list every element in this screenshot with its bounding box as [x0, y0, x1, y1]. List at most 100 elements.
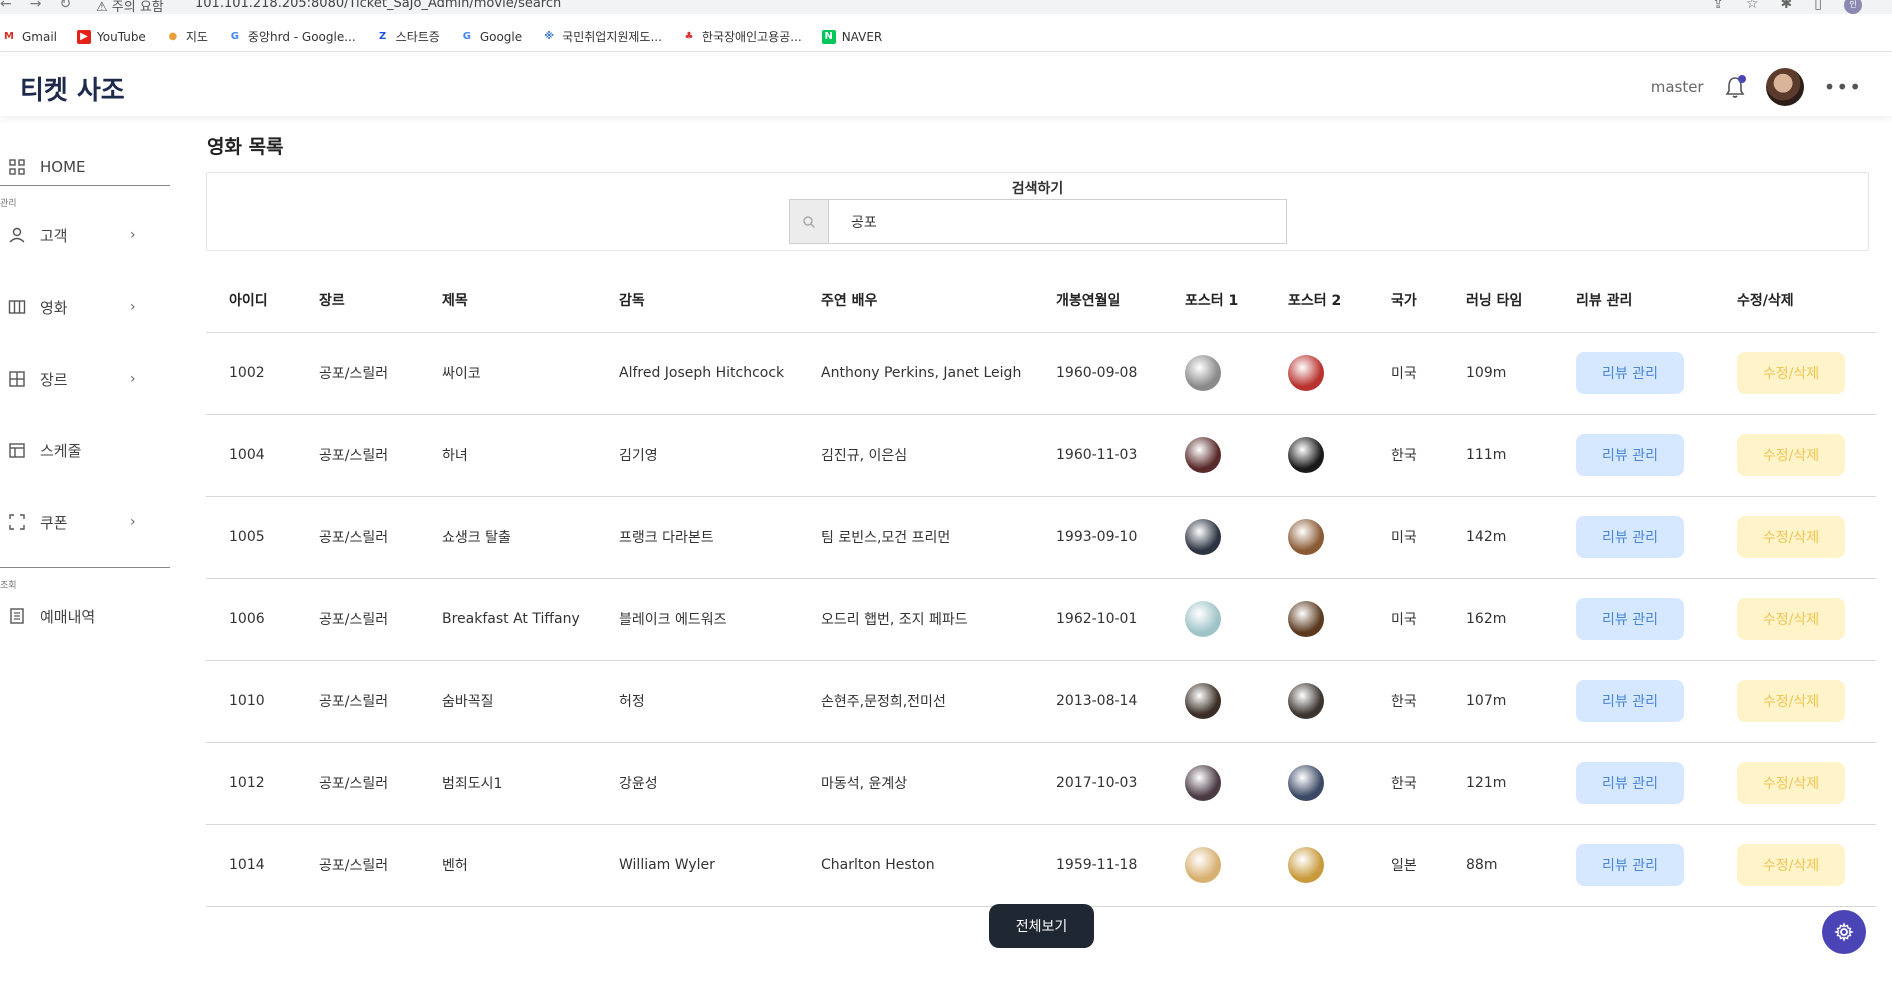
- bookmark-startz[interactable]: Z 스타트증: [376, 28, 440, 45]
- cell-edit: 수정/삭제: [1714, 660, 1876, 743]
- edit-delete-button[interactable]: 수정/삭제: [1737, 352, 1845, 394]
- poster-thumbnail[interactable]: [1288, 765, 1324, 801]
- poster-thumbnail[interactable]: [1288, 355, 1324, 391]
- show-all-button[interactable]: 전체보기: [989, 904, 1094, 948]
- bookmark-youtube[interactable]: ▶ YouTube: [77, 29, 146, 44]
- poster-thumbnail[interactable]: [1185, 437, 1221, 473]
- forward-icon[interactable]: →: [30, 0, 42, 12]
- more-icon[interactable]: •••: [1824, 75, 1862, 99]
- address-bar[interactable]: 101.101.218.205:8080/Ticket_SaJo_Admin/m…: [195, 0, 561, 11]
- cell-title: 쇼생크 탈출: [419, 496, 596, 579]
- star-icon[interactable]: ☆: [1746, 0, 1759, 14]
- security-warning-label: 주의 요함: [111, 0, 164, 15]
- bookmark-google[interactable]: G Google: [460, 30, 522, 44]
- cell-title: Breakfast At Tiffany: [419, 578, 596, 661]
- bookmark-employment[interactable]: ※ 국민취업지원제도...: [542, 28, 662, 45]
- calendar-icon: [9, 443, 25, 458]
- cell-cast: Anthony Perkins, Janet Leigh: [798, 332, 1033, 415]
- sidebar-item-label: 고객: [40, 226, 68, 245]
- edit-delete-button[interactable]: 수정/삭제: [1737, 762, 1845, 804]
- avatar[interactable]: [1765, 68, 1804, 106]
- review-manage-button[interactable]: 리뷰 관리: [1576, 762, 1684, 804]
- cell-poster1: [1162, 824, 1265, 907]
- search-input[interactable]: [829, 200, 1286, 243]
- poster-thumbnail[interactable]: [1185, 601, 1221, 637]
- cell-runtime: 111m: [1443, 414, 1553, 497]
- back-icon[interactable]: ←: [0, 0, 12, 12]
- cell-id: 1006: [206, 578, 296, 661]
- poster-thumbnail[interactable]: [1288, 437, 1324, 473]
- review-manage-button[interactable]: 리뷰 관리: [1576, 598, 1684, 640]
- extensions-icon[interactable]: ✱: [1781, 0, 1793, 14]
- cell-runtime: 162m: [1443, 578, 1553, 661]
- bookmark-label: YouTube: [97, 29, 146, 44]
- cell-id: 1012: [206, 742, 296, 825]
- sidebar-item-home[interactable]: HOME: [8, 152, 148, 182]
- poster-thumbnail[interactable]: [1185, 683, 1221, 719]
- edit-delete-button[interactable]: 수정/삭제: [1737, 516, 1845, 558]
- cell-genre: 공포/스릴러: [296, 742, 419, 825]
- bookmark-maps[interactable]: ● 지도: [166, 28, 208, 45]
- bookmark-gmail[interactable]: M Gmail: [2, 30, 57, 44]
- bell-icon[interactable]: [1724, 75, 1746, 99]
- review-manage-button[interactable]: 리뷰 관리: [1576, 434, 1684, 476]
- reload-icon[interactable]: ↻: [59, 0, 71, 12]
- edit-delete-button[interactable]: 수정/삭제: [1737, 680, 1845, 722]
- column-header-runtime: 러닝 타임: [1443, 268, 1553, 333]
- sidebar-item-genres[interactable]: 장르 ›: [8, 364, 148, 394]
- username: master: [1650, 78, 1704, 96]
- sidebar-divider: [0, 567, 170, 568]
- bookmark-naver[interactable]: N NAVER: [821, 29, 883, 44]
- poster-thumbnail[interactable]: [1185, 355, 1221, 391]
- cell-genre: 공포/스릴러: [296, 332, 419, 415]
- review-manage-button[interactable]: 리뷰 관리: [1576, 516, 1684, 558]
- sidebar-item-movies[interactable]: 영화 ›: [8, 292, 148, 322]
- poster-thumbnail[interactable]: [1185, 847, 1221, 883]
- cell-review: 리뷰 관리: [1553, 578, 1714, 661]
- poster-thumbnail[interactable]: [1288, 519, 1324, 555]
- bookmark-kead[interactable]: ♣ 한국장애인고용공...: [682, 28, 801, 45]
- cell-poster1: [1162, 742, 1265, 825]
- edit-delete-button[interactable]: 수정/삭제: [1737, 434, 1845, 476]
- notification-dot: [1737, 75, 1746, 83]
- bookmark-hrd[interactable]: G 중앙hrd - Google...: [228, 28, 356, 45]
- cell-director: Alfred Joseph Hitchcock: [596, 332, 798, 415]
- poster-thumbnail[interactable]: [1288, 847, 1324, 883]
- sidebar-item-reservations[interactable]: 예매내역: [8, 601, 148, 631]
- sidebar-divider: [0, 185, 170, 186]
- poster-thumbnail[interactable]: [1185, 519, 1221, 555]
- cell-genre: 공포/스릴러: [296, 414, 419, 497]
- chevron-right-icon: ›: [130, 371, 136, 387]
- poster-thumbnail[interactable]: [1185, 765, 1221, 801]
- sidepanel-icon[interactable]: ▯: [1814, 0, 1822, 14]
- z-icon: Z: [379, 30, 387, 42]
- cell-release: 2017-10-03: [1033, 742, 1162, 825]
- brand-logo[interactable]: 티켓 사조: [20, 70, 125, 107]
- search-icon[interactable]: [790, 200, 829, 243]
- profile-icon[interactable]: 인: [1844, 0, 1862, 14]
- bookmark-label: NAVER: [841, 29, 883, 44]
- sidebar-item-customers[interactable]: 고객 ›: [8, 220, 148, 250]
- review-manage-button[interactable]: 리뷰 관리: [1576, 352, 1684, 394]
- cell-country: 미국: [1368, 578, 1443, 661]
- sidebar-item-coupons[interactable]: 쿠폰 ›: [8, 507, 148, 537]
- kead-icon: ♣: [684, 30, 694, 42]
- bookmark-label: 지도: [185, 30, 208, 44]
- sidebar-item-schedule[interactable]: 스케줄: [8, 435, 148, 465]
- share-icon[interactable]: ⇪: [1712, 0, 1724, 14]
- cell-title: 범죄도시1: [419, 742, 596, 825]
- edit-delete-button[interactable]: 수정/삭제: [1737, 844, 1845, 886]
- poster-thumbnail[interactable]: [1288, 601, 1324, 637]
- review-manage-button[interactable]: 리뷰 관리: [1576, 680, 1684, 722]
- edit-delete-button[interactable]: 수정/삭제: [1737, 598, 1845, 640]
- settings-button[interactable]: [1822, 910, 1866, 954]
- review-manage-button[interactable]: 리뷰 관리: [1576, 844, 1684, 886]
- cell-genre: 공포/스릴러: [296, 496, 419, 579]
- cell-runtime: 88m: [1443, 824, 1553, 907]
- cell-cast: Charlton Heston: [798, 824, 1033, 907]
- cell-id: 1002: [206, 332, 296, 415]
- poster-thumbnail[interactable]: [1288, 683, 1324, 719]
- cell-title: 숨바꼭질: [419, 660, 596, 743]
- security-warning[interactable]: ⚠ 주의 요함: [96, 0, 164, 15]
- cell-release: 2013-08-14: [1033, 660, 1162, 743]
